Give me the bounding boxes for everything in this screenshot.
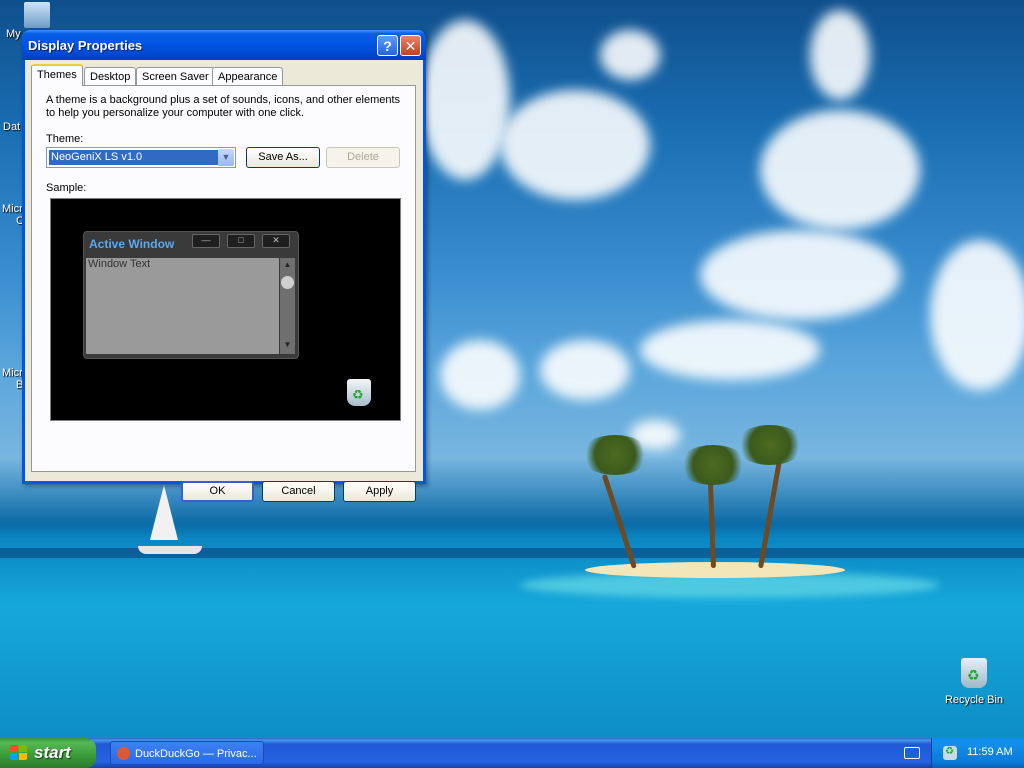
computer-icon [24,2,50,28]
cloud [540,340,630,400]
delete-button[interactable]: Delete [326,147,400,168]
desktop-icon-dat[interactable]: Dat [3,121,20,133]
preview-window-text: Window Text [88,258,151,270]
desktop-icon-label: Dat [3,121,21,133]
tab-label: Desktop [90,71,131,83]
clock[interactable]: 11:59 AM [967,746,1013,758]
recycle-bin-icon: ♻ [961,658,987,688]
desktop-icon-micr-1[interactable]: Micr C [2,203,24,227]
theme-dropdown[interactable]: NeoGeniX LS v1.0 ▼ [46,147,236,168]
recycle-bin-icon: ♻ [347,379,371,406]
maximize-icon: □ [227,234,255,248]
themes-panel: A theme is a background plus a set of so… [31,85,416,472]
taskbar-item-duckduckgo[interactable]: DuckDuckGo — Privac... [110,741,264,765]
minimize-icon: — [192,234,220,248]
window-title: Display Properties [28,38,143,53]
tray-recycle-icon[interactable]: ♻ [943,746,957,760]
palm-leaves [735,425,805,465]
cloud [640,320,820,380]
preview-window-body: Window Text [86,258,279,354]
theme-sample-preview: Active Window — □ ✕ Window Text ▲ ▼ ♻ [50,198,401,421]
preview-window-title: Active Window [89,237,175,251]
tab-label: Appearance [218,71,278,83]
tab-label: Screen Saver [142,71,209,83]
taskbar: start DuckDuckGo — Privac... ♻ 11:59 AM [0,738,1024,768]
start-button[interactable]: start [0,738,96,768]
sailboat-hull [138,546,202,554]
desktop-icon-micr-2[interactable]: Micr B [2,367,23,391]
cloud [930,240,1024,390]
close-icon: ✕ [262,234,290,248]
taskbar-item-label: DuckDuckGo — Privac... [135,748,257,760]
palm-leaves [580,435,650,475]
theme-description: A theme is a background plus a set of so… [46,94,401,119]
desktop-icon-label: Recycle Bin [944,694,1004,706]
desktop-icon-label: Micr [2,203,23,215]
chevron-down-icon[interactable]: ▼ [218,149,234,166]
keyboard-icon[interactable] [904,747,920,759]
theme-label: Theme: [46,133,84,145]
cloud [810,10,870,100]
tab-themes[interactable]: Themes [31,64,83,86]
dialog-client-area: Themes Desktop Screen Saver Appearance A… [25,60,423,502]
system-tray: ♻ 11:59 AM [931,738,1024,768]
scroll-down-icon: ▼ [283,340,292,349]
desktop-icon-label: My [6,28,21,40]
cloud [700,230,900,320]
preview-active-window: Active Window — □ ✕ Window Text ▲ ▼ [83,231,299,359]
scroll-up-icon: ▲ [283,260,292,269]
tab-screen-saver[interactable]: Screen Saver [136,67,215,85]
tab-appearance[interactable]: Appearance [212,67,284,85]
help-button[interactable]: ? [377,35,398,56]
theme-dropdown-value: NeoGeniX LS v1.0 [49,150,219,165]
tab-label: Themes [37,69,77,81]
display-properties-dialog: Display Properties ? ✕ Themes Desktop Sc… [22,30,426,502]
cloud [760,110,920,230]
sample-label: Sample: [46,182,87,194]
cancel-button[interactable]: Cancel [262,481,335,502]
sailboat-sail [150,485,178,540]
scroll-thumb [281,276,294,289]
cloud [600,30,660,80]
desktop-icon-label: Micr [2,367,23,379]
desktop-icon-recycle-bin[interactable]: ♻ Recycle Bin [942,658,1006,706]
preview-scrollbar: ▲ ▼ [280,258,295,354]
title-bar[interactable]: Display Properties ? ✕ [22,30,426,60]
tab-desktop[interactable]: Desktop [84,67,137,85]
save-as-button[interactable]: Save As... [246,147,320,168]
apply-button[interactable]: Apply [343,481,416,502]
close-button[interactable]: ✕ [400,35,421,56]
duckduckgo-icon [117,747,130,760]
cloud [420,20,510,180]
cloud [500,90,650,200]
ok-button[interactable]: OK [181,481,254,502]
cloud [440,340,520,410]
start-label: start [34,743,71,762]
windows-logo-icon [10,745,28,761]
